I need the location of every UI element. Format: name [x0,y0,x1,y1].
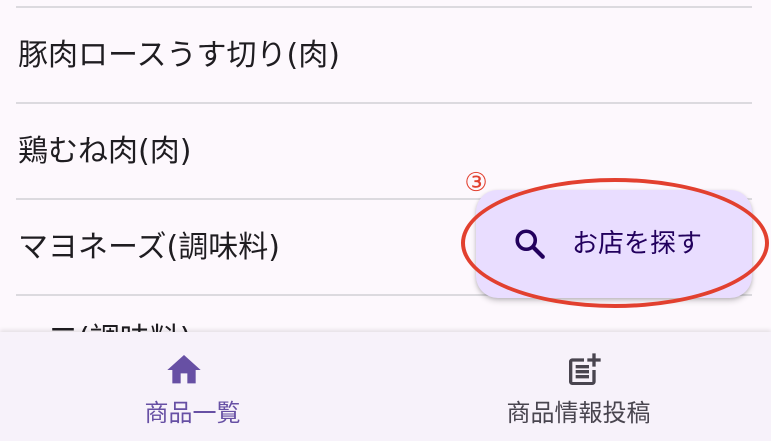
nav-item-product-list[interactable]: 商品一覧 [0,332,385,441]
nav-item-label: 商品一覧 [144,399,241,427]
find-store-label: お店を探す [572,229,703,259]
list-item-label: 豚肉ロースうす切り(肉) [18,38,340,73]
list-divider [16,102,752,104]
list-item[interactable]: 一二(調味料) [18,320,191,332]
list-item[interactable]: 豚肉ロースうす切り(肉) [18,36,340,76]
search-icon [515,229,545,259]
nav-item-label: 商品情報投稿 [506,399,651,427]
list-item-label: 鶏むね肉(肉) [18,134,192,169]
list-item[interactable]: マヨネーズ(調味料) [18,228,280,268]
list-item-label: 一二(調味料) [18,322,191,332]
nav-item-post-product-info[interactable]: 商品情報投稿 [386,332,771,441]
list-item-label: マヨネーズ(調味料) [18,230,280,265]
list-item[interactable]: 鶏むね肉(肉) [18,132,191,172]
post-add-icon [569,353,601,385]
bottom-navigation: 商品一覧 商品情報投稿 [0,332,771,441]
annotation-number: ③ [464,168,488,198]
list-divider [16,6,752,8]
home-icon [167,355,201,384]
find-store-button[interactable]: お店を探す [476,190,752,298]
